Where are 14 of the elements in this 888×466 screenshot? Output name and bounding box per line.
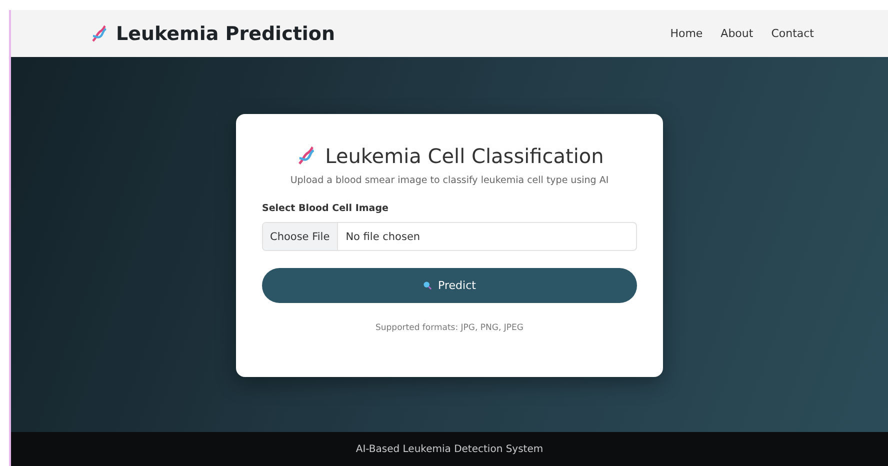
field-label: Select Blood Cell Image — [262, 203, 390, 214]
choose-file-button[interactable]: Choose File — [263, 223, 338, 250]
formats-note: Supported formats: JPG, PNG, JPEG — [374, 323, 524, 333]
file-input[interactable]: Choose File No file chosen — [262, 222, 637, 251]
nav-link[interactable]: About — [720, 27, 754, 40]
card-subtitle: Upload a blood smear image to classify leukemia cell type using AI — [289, 175, 610, 186]
file-status: No file chosen — [344, 230, 420, 242]
nav-link[interactable]: Home — [670, 27, 703, 40]
search-icon — [423, 281, 432, 290]
footer-text: AI-Based Leukemia Detection System — [356, 444, 544, 454]
predict-button[interactable]: Predict — [262, 268, 637, 303]
nav-link[interactable]: Contact — [771, 27, 814, 40]
card-title: Leukemia Cell Classification — [325, 144, 604, 168]
brand-title[interactable]: Leukemia Prediction — [116, 22, 336, 44]
